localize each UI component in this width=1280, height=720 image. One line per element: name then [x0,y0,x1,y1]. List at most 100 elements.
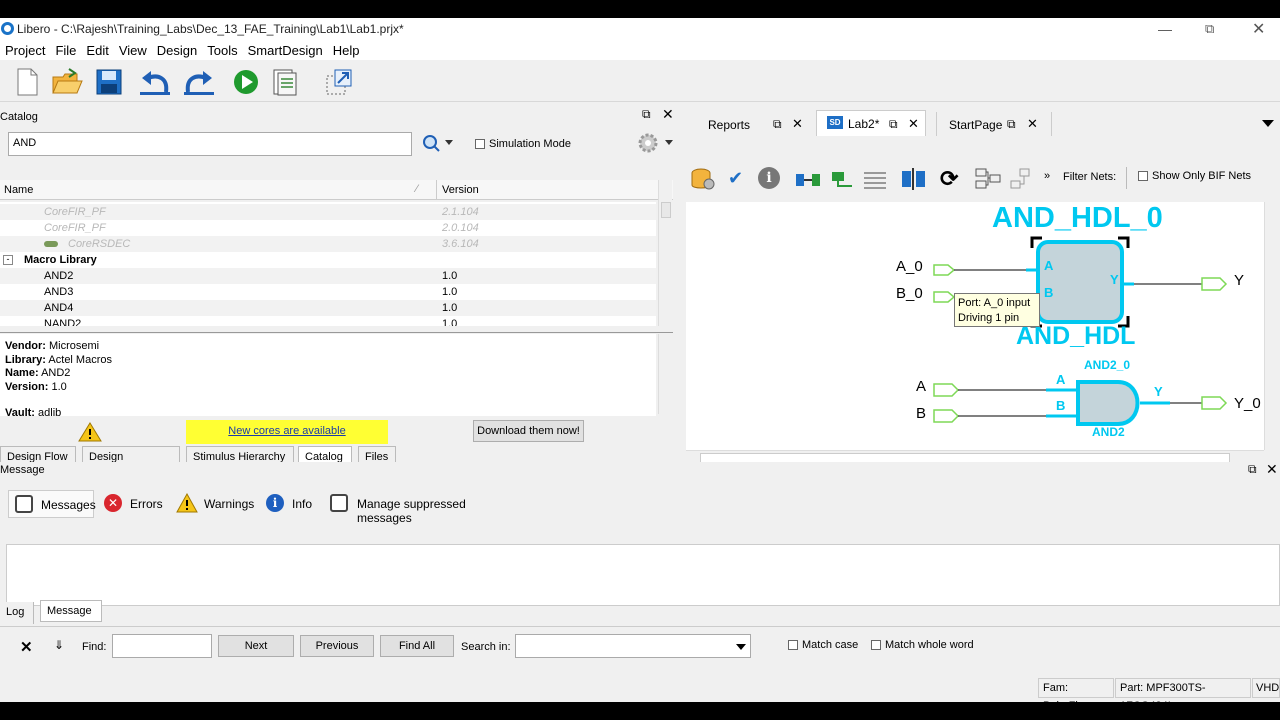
table-row[interactable]: AND4 1.0 [0,300,656,316]
catalog-scrollbar[interactable] [658,180,672,326]
show-only-bif-checkbox[interactable]: Show Only BIF Nets [1138,170,1251,182]
menu-file[interactable]: File [50,40,81,61]
menu-edit[interactable]: Edit [81,40,113,61]
table-row[interactable]: CoreFIR_PF 2.1.104 [0,204,656,220]
manage-suppressed-tab[interactable]: Manage suppressed messages [330,492,506,525]
tab-log[interactable]: Log [0,602,34,624]
warnings-tab-label: Warnings [204,497,255,511]
netlist-icon[interactable] [1008,167,1032,194]
route-icon[interactable] [830,168,856,193]
row-version: 2.0.104 [442,222,479,234]
menu-design[interactable]: Design [152,40,202,61]
search-icon[interactable] [422,134,454,155]
table-row[interactable]: CoreRSDEC 3.6.104 [0,236,656,252]
new-file-icon[interactable] [10,66,44,98]
col-version-header[interactable]: Version [442,184,479,196]
warnings-tab[interactable]: Warnings [176,492,256,516]
port-b0-label: B_0 [896,285,923,302]
open-folder-icon[interactable] [50,66,84,98]
refresh-icon[interactable]: ⟳ [940,166,958,192]
menu-view[interactable]: View [114,40,152,61]
align-icon[interactable] [862,168,888,193]
settings-gear-icon[interactable] [638,133,676,156]
warning-icon [176,492,198,516]
schematic-canvas[interactable]: AND_HDL_0 A_0 B_0 A B Y Y AND_HDL Port: … [686,202,1264,450]
find-all-button[interactable]: Find All [380,635,454,657]
maximize-view-icon[interactable] [322,66,356,98]
close-panel-icon[interactable]: ✕ [662,106,674,123]
collapse-icon[interactable]: - [3,255,13,265]
warning-icon [78,422,102,445]
version-value: 1.0 [51,381,67,393]
status-bar: Fam: PolarFire Part: MPF300TS-1FCG484I V… [0,676,1280,712]
float-tab-icon[interactable]: ⧉ [889,117,898,132]
close-tab-icon[interactable]: ✕ [1027,116,1038,132]
search-in-select[interactable] [515,634,751,658]
split-icon[interactable] [900,168,928,193]
more-chevron-icon[interactable]: » [1044,170,1050,182]
info-icon[interactable]: i [758,167,780,189]
row-name: AND2 [44,270,74,282]
status-part: Part: MPF300TS-1FCG484I [1115,678,1251,712]
tab-list-dropdown-icon[interactable] [1262,120,1274,127]
menu-project[interactable]: Project [0,40,50,61]
expand-chevron-icon[interactable]: ⇓ [54,638,64,652]
tab-message[interactable]: Message [40,600,102,622]
previous-button[interactable]: Previous [300,635,374,657]
minimize-icon[interactable]: — [1158,21,1172,37]
next-button[interactable]: Next [218,635,294,657]
tab-lab2[interactable]: SD Lab2* ⧉ ✕ [816,110,926,136]
new-cores-banner[interactable]: New cores are available [186,420,388,444]
save-icon[interactable] [92,66,126,98]
tab-reports[interactable]: Reports ⧉ ✕ [696,112,806,136]
catalog-search-input[interactable]: AND [8,132,412,156]
info-tab[interactable]: i Info [266,492,318,516]
column-divider [436,180,437,200]
table-row[interactable]: CoreFIR_PF 2.0.104 [0,220,656,236]
messages-tab[interactable]: Messages [8,490,96,518]
float-panel-icon[interactable]: ⧉ [1248,462,1257,477]
core-details: Vendor: Microsemi Library: Actel Macros … [0,334,656,416]
close-panel-icon[interactable]: ✕ [1266,461,1278,478]
restore-icon[interactable]: ⧉ [1205,21,1214,37]
report-icon[interactable] [268,66,302,98]
table-row[interactable]: - Macro Library [0,252,656,268]
new-cores-link[interactable]: New cores are available [228,425,345,437]
details-scrollbar[interactable] [658,334,672,414]
database-icon[interactable] [690,167,716,194]
col-name-header[interactable]: Name [4,184,33,196]
close-tab-icon[interactable]: ✕ [908,116,919,132]
and-hdl-instance-title: AND_HDL_0 [992,202,1163,234]
match-whole-word-checkbox[interactable]: Match whole word [871,639,974,651]
menu-smartdesign[interactable]: SmartDesign [243,40,328,61]
menu-help[interactable]: Help [328,40,365,61]
close-window-icon[interactable]: ✕ [1252,19,1265,39]
float-tab-icon[interactable]: ⧉ [773,117,782,132]
tab-startpage[interactable]: StartPage ⧉ ✕ [936,112,1052,136]
close-find-icon[interactable]: ✕ [20,638,33,656]
undo-icon[interactable] [138,66,172,98]
download-cores-button[interactable]: Download them now! [473,420,584,442]
auto-arrange-icon[interactable] [794,168,822,193]
menu-tools[interactable]: Tools [202,40,242,61]
title-bar: Libero - C:\Rajesh\Training_Labs\Dec_13_… [0,18,1280,40]
redo-icon[interactable] [182,66,216,98]
simulation-mode-checkbox[interactable]: Simulation Mode [475,138,571,150]
row-name: AND4 [44,302,74,314]
table-row[interactable]: NAND2 1.0 [0,316,656,326]
errors-tab[interactable]: ✕ Errors [104,492,164,516]
table-row[interactable]: AND2 1.0 [0,268,656,284]
find-input[interactable] [112,634,212,658]
message-output-area[interactable] [6,544,1280,606]
library-value: Actel Macros [48,354,112,366]
match-case-checkbox[interactable]: Match case [788,639,858,651]
float-tab-icon[interactable]: ⧉ [1007,117,1016,132]
table-row[interactable]: AND3 1.0 [0,284,656,300]
hierarchy-icon[interactable] [974,167,1002,194]
port-b-label: B [916,405,927,422]
check-icon[interactable]: ✔ [728,168,743,189]
float-panel-icon[interactable]: ⧉ [642,107,651,122]
close-tab-icon[interactable]: ✕ [792,116,803,132]
canvas-vertical-scrollbar[interactable] [1264,202,1278,450]
run-icon[interactable] [229,66,263,98]
